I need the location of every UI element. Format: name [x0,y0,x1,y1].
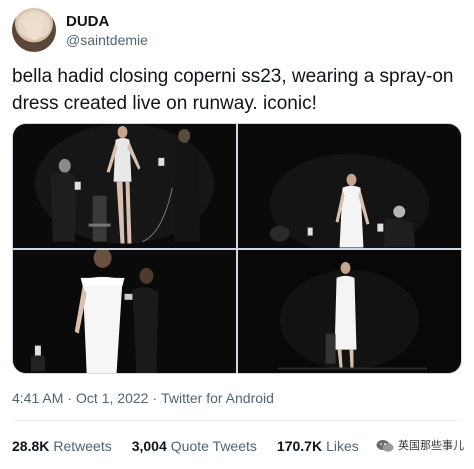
tweet-source[interactable]: Twitter for Android [161,388,274,408]
avatar-face [26,20,42,40]
quotes-stat[interactable]: 3,004 Quote Tweets [132,436,257,456]
meta-separator: · [152,390,158,406]
retweets-count: 28.8K [12,438,50,454]
media-photo-3[interactable] [13,249,236,373]
likes-label: Likes [326,438,359,454]
likes-stat[interactable]: 170.7K Likes [277,436,359,456]
avatar[interactable] [12,8,56,52]
divider [12,420,462,421]
media-photo-4[interactable] [238,249,461,373]
quotes-count: 3,004 [131,438,167,454]
quotes-label: Quote Tweets [170,438,257,454]
watermark-text: 英国那些事儿 [398,440,464,452]
tweet-date[interactable]: Oct 1, 2022 [76,388,148,408]
watermark: 英国那些事儿 [376,436,464,456]
media-grid [12,123,462,374]
user-names: DUDA @saintdemie [66,12,148,49]
likes-count: 170.7K [276,438,323,454]
tweet-header: DUDA @saintdemie [12,8,148,52]
media-photo-2[interactable] [238,124,461,248]
retweets-stat[interactable]: 28.8K Retweets [12,436,112,456]
display-name[interactable]: DUDA [66,12,148,31]
user-handle[interactable]: @saintdemie [66,31,148,49]
wechat-icon [376,439,394,453]
tweet-stats: 28.8K Retweets 3,004 Quote Tweets 170.7K… [12,436,379,456]
tweet-text: bella hadid closing coperni ss23, wearin… [12,66,454,114]
retweets-label: Retweets [53,438,112,454]
tweet-time[interactable]: 4:41 AM [12,388,63,408]
meta-separator: · [67,390,73,406]
tweet-meta: 4:41 AM · Oct 1, 2022 · Twitter for Andr… [12,388,274,408]
media-photo-1[interactable] [13,124,236,248]
